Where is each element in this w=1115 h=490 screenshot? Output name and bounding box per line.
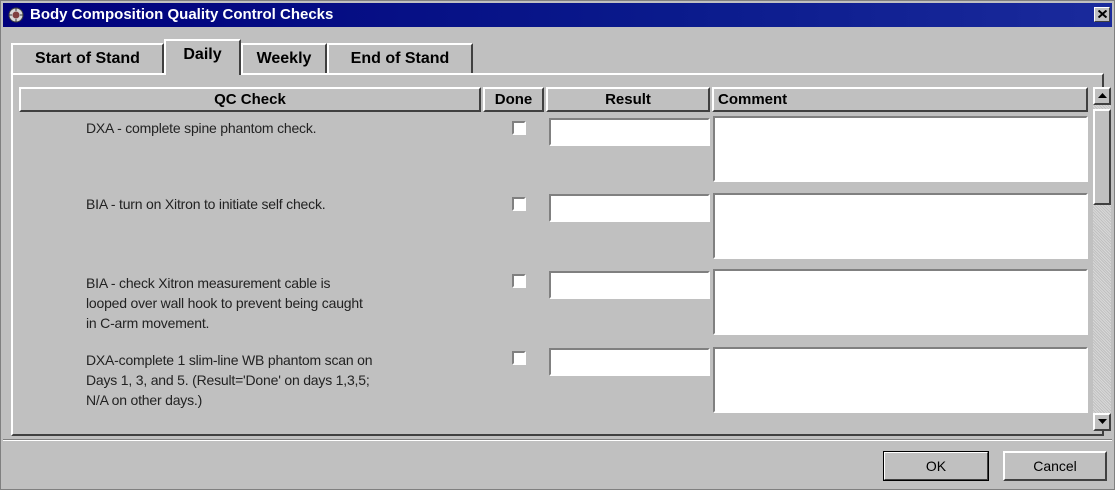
close-icon — [1098, 10, 1107, 18]
comment-field[interactable] — [713, 193, 1088, 259]
vertical-scrollbar[interactable] — [1090, 87, 1112, 431]
qc-check-text: DXA - complete spine phantom check. — [86, 120, 317, 136]
qc-check-text: BIA - check Xitron measurement cable is … — [86, 275, 363, 331]
tab-weekly[interactable]: Weekly — [241, 43, 327, 73]
comment-field[interactable] — [713, 116, 1088, 182]
column-header-comment[interactable]: Comment — [712, 87, 1088, 112]
tab-end-of-stand[interactable]: End of Stand — [327, 43, 473, 73]
title-bar[interactable]: Body Composition Quality Control Checks — [3, 3, 1112, 27]
qc-checks-dialog: Body Composition Quality Control Checks … — [0, 0, 1115, 490]
comment-field[interactable] — [713, 347, 1088, 413]
scroll-down-button[interactable] — [1093, 413, 1111, 431]
result-field[interactable] — [549, 118, 710, 146]
window-title: Body Composition Quality Control Checks — [30, 6, 334, 23]
done-checkbox[interactable] — [512, 274, 526, 288]
done-checkbox[interactable] — [512, 351, 526, 365]
done-checkbox[interactable] — [512, 197, 526, 211]
column-header-qc-check[interactable]: QC Check — [19, 87, 481, 112]
footer-divider — [3, 439, 1112, 441]
qc-check-text: DXA-complete 1 slim-line WB phantom scan… — [86, 352, 373, 408]
tab-daily[interactable]: Daily — [164, 39, 241, 75]
result-field[interactable] — [549, 348, 710, 376]
qc-check-text: BIA - turn on Xitron to initiate self ch… — [86, 196, 326, 212]
column-header-result[interactable]: Result — [546, 87, 710, 112]
comment-field[interactable] — [713, 269, 1088, 335]
close-button[interactable] — [1094, 7, 1110, 22]
done-checkbox[interactable] — [512, 121, 526, 135]
scroll-thumb[interactable] — [1093, 109, 1111, 205]
scroll-down-arrow-icon — [1098, 419, 1107, 424]
scroll-up-arrow-icon — [1098, 93, 1107, 98]
cancel-button[interactable]: Cancel — [1003, 451, 1107, 481]
app-icon — [8, 7, 24, 23]
ok-button[interactable]: OK — [883, 451, 989, 481]
scroll-up-button[interactable] — [1093, 87, 1111, 105]
tab-start-of-stand[interactable]: Start of Stand — [11, 43, 164, 73]
result-field[interactable] — [549, 271, 710, 299]
column-header-done[interactable]: Done — [483, 87, 544, 112]
result-field[interactable] — [549, 194, 710, 222]
